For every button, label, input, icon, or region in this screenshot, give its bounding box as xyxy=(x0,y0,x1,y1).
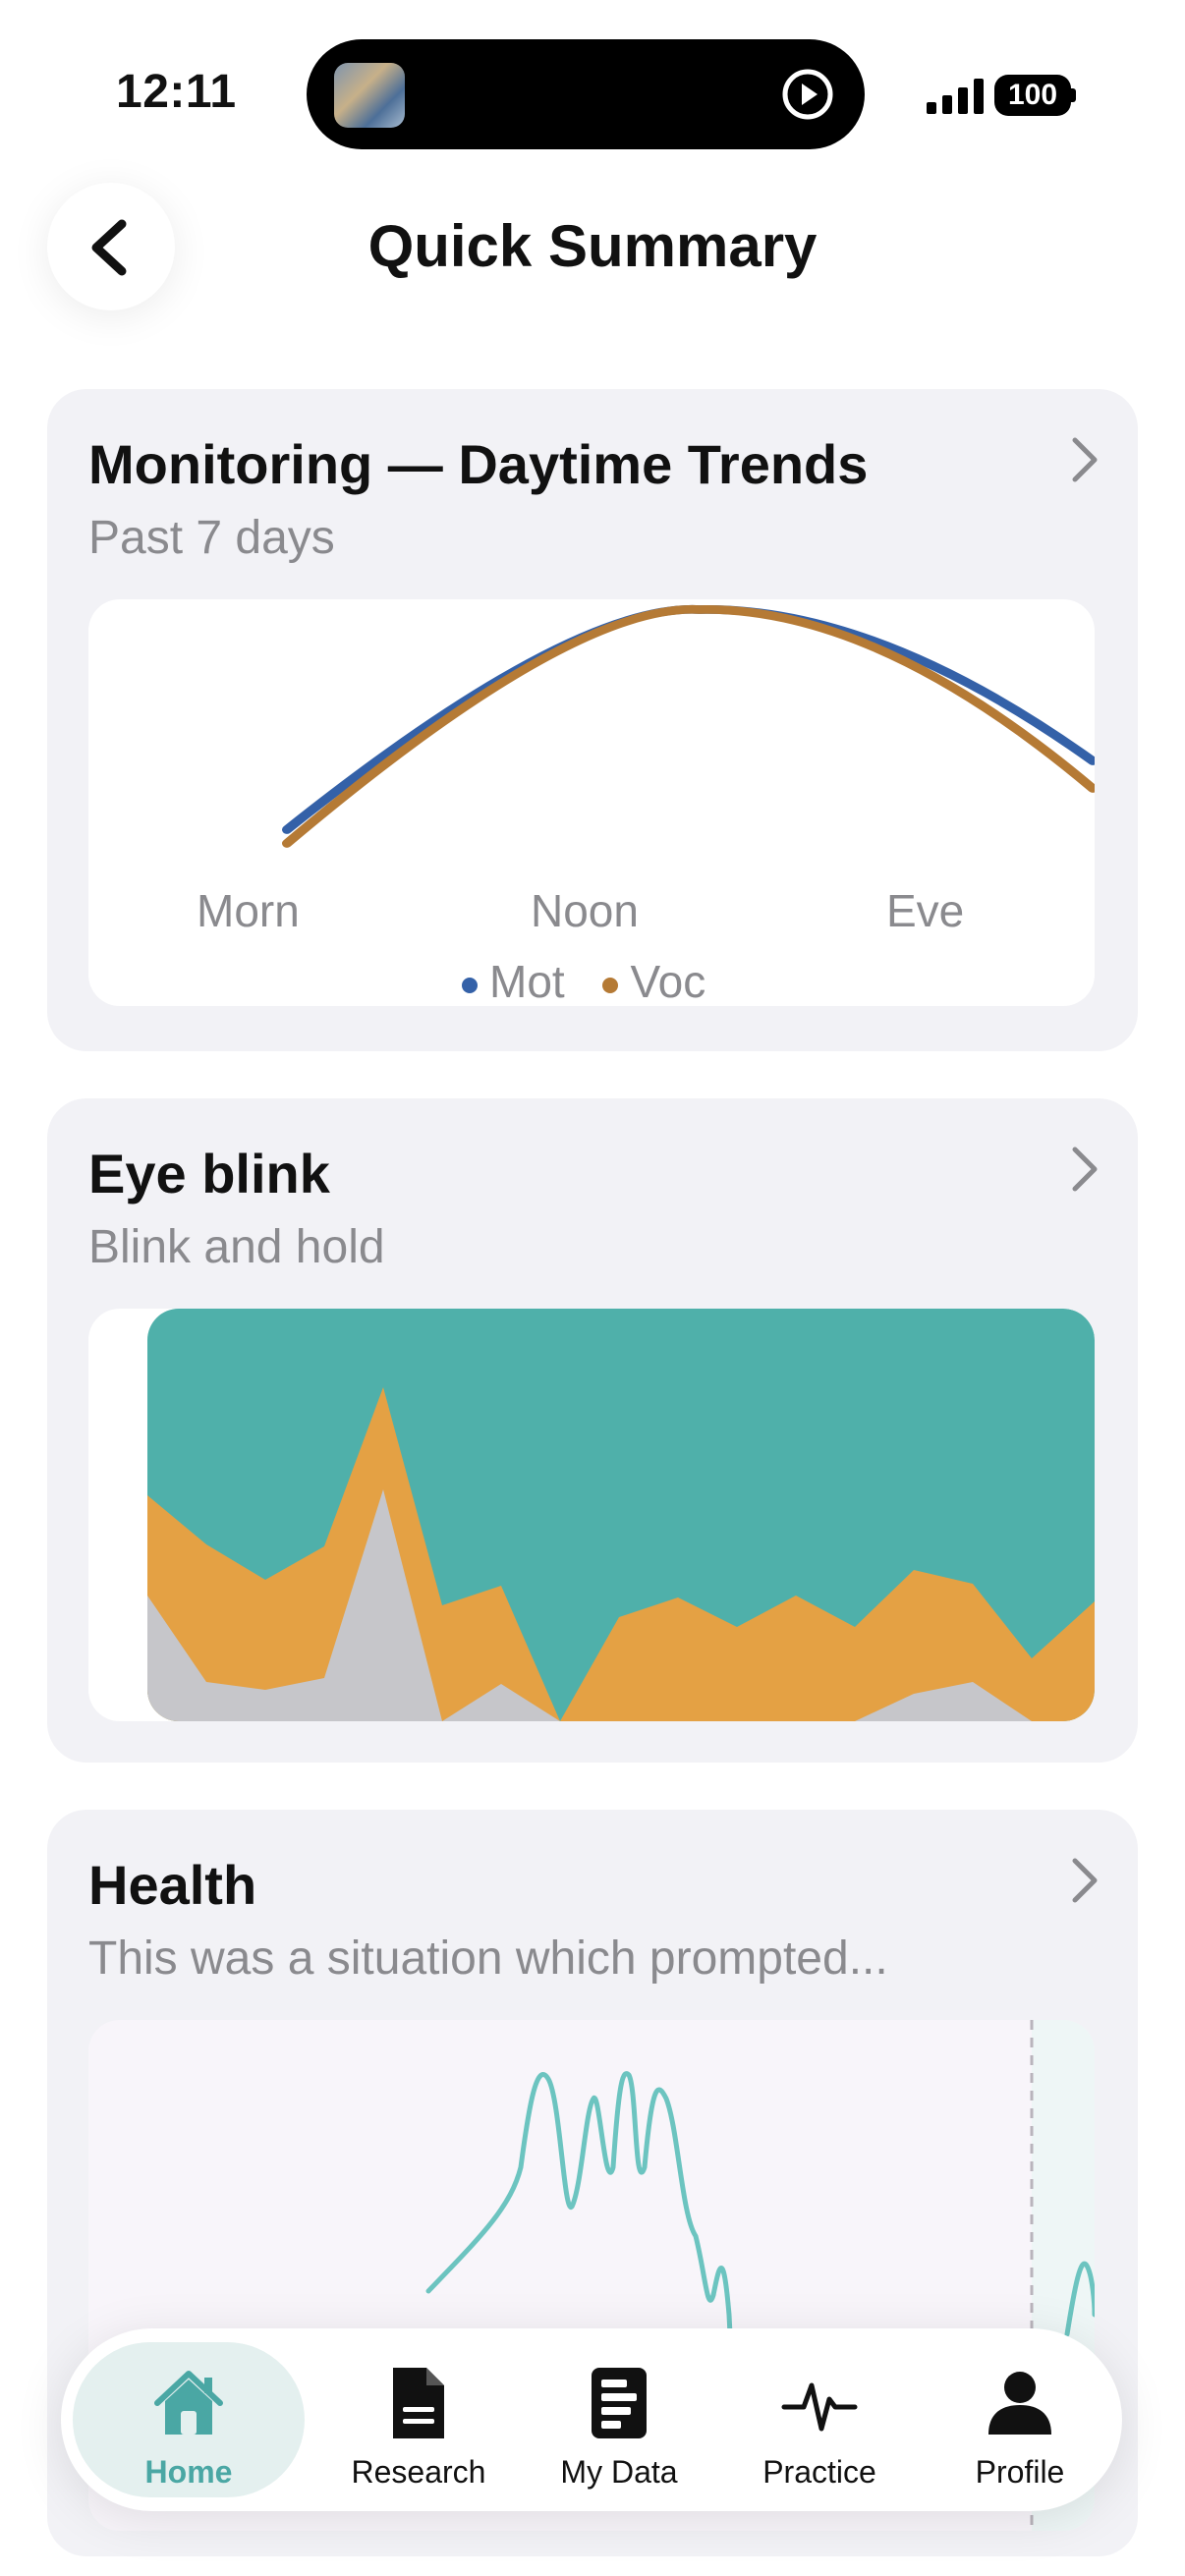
tab-label: My Data xyxy=(560,2454,678,2490)
legend-swatch-voc xyxy=(602,977,619,993)
series-line-mot xyxy=(282,604,1095,834)
legend-label: Voc xyxy=(630,956,706,1006)
tab-label: Research xyxy=(351,2454,486,2490)
eye-blink-subtitle: Blink and hold xyxy=(88,1221,385,1273)
trend-lines xyxy=(282,604,1095,848)
tab-research[interactable]: Research xyxy=(312,2328,525,2511)
chevron-right-icon[interactable] xyxy=(1065,1140,1104,1199)
tab-practice[interactable]: Practice xyxy=(713,2328,926,2511)
data-icon xyxy=(592,2368,647,2438)
trend-plot-area xyxy=(282,604,1095,848)
health-title: Health xyxy=(88,1854,257,1916)
now-playing-artwork xyxy=(334,63,405,128)
person-icon xyxy=(988,2372,1051,2435)
tab-label: Home xyxy=(144,2454,233,2490)
x-tick-label: Morn xyxy=(197,885,300,936)
monitoring-subtitle: Past 7 days xyxy=(88,512,335,564)
health-subtitle: This was a situation which prompted... xyxy=(88,1932,888,1985)
legend-swatch-mot xyxy=(462,977,478,993)
home-icon xyxy=(154,2371,223,2435)
page-title: Quick Summary xyxy=(367,213,818,279)
x-tick-label: Noon xyxy=(531,885,639,936)
chevron-right-icon[interactable] xyxy=(1065,430,1104,489)
blink-area-chart xyxy=(88,1309,1095,1721)
tab-label: Profile xyxy=(975,2454,1065,2490)
dynamic-island[interactable] xyxy=(307,39,865,149)
eye-blink-title: Eye blink xyxy=(88,1143,330,1204)
document-icon xyxy=(393,2368,444,2438)
waveform-line xyxy=(425,2071,734,2357)
series-line-voc xyxy=(282,604,1095,848)
chevron-right-icon[interactable] xyxy=(1065,1851,1104,1910)
play-icon xyxy=(782,69,833,120)
battery-tip xyxy=(1071,88,1076,102)
tab-bar: Home Research My Data Practice Profile xyxy=(61,2328,1122,2511)
chart-legend: Mot Voc xyxy=(462,955,705,1006)
signal-icon xyxy=(927,79,984,114)
monitoring-card[interactable]: Monitoring — Daytime Trends Past 7 days … xyxy=(47,389,1138,1051)
tab-home[interactable]: Home xyxy=(61,2328,316,2511)
tab-my-data[interactable]: My Data xyxy=(513,2328,725,2511)
tab-profile[interactable]: Profile xyxy=(914,2328,1126,2511)
eye-blink-card[interactable]: Eye blink Blink and hold xyxy=(47,1098,1138,1763)
battery-indicator: 100 xyxy=(994,75,1071,116)
status-time: 12:11 xyxy=(116,66,237,118)
trend-chart: Morn Noon Eve Mot Voc xyxy=(88,599,1095,1006)
monitoring-title: Monitoring — Daytime Trends xyxy=(88,433,869,495)
tab-label: Practice xyxy=(762,2454,876,2490)
x-tick-label: Eve xyxy=(886,885,965,936)
stacked-area xyxy=(147,1309,1095,1721)
legend-label: Mot xyxy=(489,956,565,1006)
pulse-icon xyxy=(781,2382,858,2432)
